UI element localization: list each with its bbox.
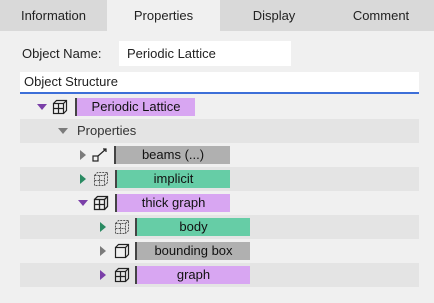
bounding-box-node[interactable]: bounding box	[135, 242, 250, 260]
tree-row-graph[interactable]: graph	[20, 263, 419, 287]
tree-row-properties[interactable]: Properties	[20, 119, 419, 143]
bounding-box-icon	[114, 243, 130, 259]
graph-lattice-icon	[114, 267, 130, 283]
object-structure-tree: Periodic Lattice Properties beams (...) …	[20, 95, 419, 303]
lattice-cube-icon	[93, 195, 109, 211]
beams-icon	[92, 148, 107, 162]
tree-row-thick-graph[interactable]: thick graph	[20, 191, 419, 215]
body-node[interactable]: body	[135, 218, 250, 236]
periodic-lattice-node[interactable]: Periodic Lattice	[75, 98, 195, 116]
tab-information[interactable]: Information	[0, 0, 107, 31]
tree-row-beams[interactable]: beams (...)	[20, 143, 419, 167]
collapse-arrow-icon[interactable]	[100, 222, 106, 232]
lattice-cube-icon	[52, 99, 68, 115]
tree-row-implicit[interactable]: implicit	[20, 167, 419, 191]
beams-node[interactable]: beams (...)	[114, 146, 230, 164]
implicit-lattice-icon	[115, 220, 129, 234]
collapse-arrow-icon[interactable]	[80, 174, 86, 184]
tab-bar: Information Properties Display Comment	[0, 0, 434, 31]
graph-node[interactable]: graph	[135, 266, 250, 284]
tree-row-periodic-lattice[interactable]: Periodic Lattice	[20, 95, 419, 119]
tree-row-bounding-box[interactable]: bounding box	[20, 239, 419, 263]
collapse-arrow-icon[interactable]	[100, 246, 106, 256]
properties-node[interactable]: Properties	[77, 122, 136, 140]
collapse-arrow-icon[interactable]	[80, 150, 86, 160]
tab-comment[interactable]: Comment	[328, 0, 434, 31]
collapse-arrow-icon[interactable]	[100, 270, 106, 280]
expand-arrow-icon[interactable]	[58, 128, 68, 134]
thick-graph-node[interactable]: thick graph	[115, 194, 230, 212]
object-structure-header: Object Structure	[20, 72, 419, 94]
expand-arrow-icon[interactable]	[78, 200, 88, 206]
object-name-field[interactable]: Periodic Lattice	[119, 41, 291, 66]
tree-row-body[interactable]: body	[20, 215, 419, 239]
tab-properties[interactable]: Properties	[107, 0, 220, 31]
implicit-lattice-icon	[94, 172, 108, 186]
object-name-label: Object Name:	[22, 46, 102, 61]
expand-arrow-icon[interactable]	[37, 104, 47, 110]
tab-display[interactable]: Display	[220, 0, 328, 31]
implicit-node[interactable]: implicit	[115, 170, 230, 188]
